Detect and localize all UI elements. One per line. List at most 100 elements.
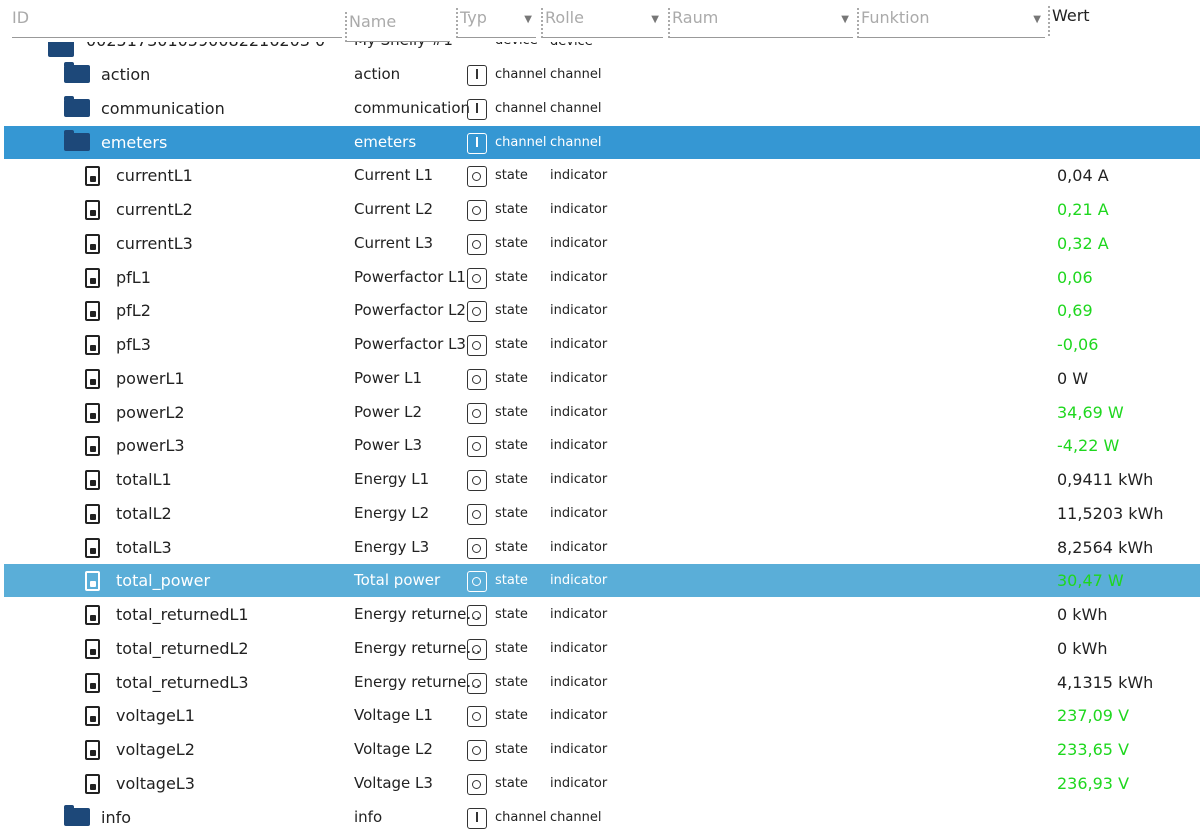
- table-row[interactable]: pfL1 Powerfactor L1 state indicator 0,06: [4, 261, 1200, 294]
- row-value[interactable]: 0,06: [1057, 268, 1093, 287]
- role-column-label: Rolle: [545, 8, 584, 27]
- table-row[interactable]: total_returnedL2 Energy returne... state in…: [4, 632, 1200, 665]
- table-row[interactable]: voltageL1 Voltage L1 state indicator 237,09 …: [4, 699, 1200, 732]
- value-unit: kWh: [1072, 638, 1108, 658]
- row-name: action: [354, 65, 401, 83]
- row-value[interactable]: 0 W: [1057, 369, 1088, 388]
- locked-file-icon: [85, 571, 100, 592]
- row-value[interactable]: 8,2564 kWh: [1057, 538, 1153, 557]
- row-value[interactable]: 11,5203 kWh: [1057, 504, 1164, 523]
- table-row[interactable]: info info channel channel: [4, 801, 1200, 834]
- row-id: currentL1: [116, 166, 193, 186]
- row-type: state: [495, 269, 528, 285]
- row-name: Energy returne...: [354, 638, 481, 657]
- value-unit: V: [1118, 773, 1130, 793]
- table-row[interactable]: action action channel channel: [4, 58, 1200, 91]
- locked-file-icon: [85, 740, 100, 760]
- table-row[interactable]: voltageL2 Voltage L2 state indicator 233,65 …: [4, 733, 1200, 766]
- table-row[interactable]: powerL1 Power L1 state indicator 0 W: [4, 362, 1200, 395]
- row-type: state: [495, 539, 528, 555]
- row-value[interactable]: -0,06: [1057, 335, 1098, 354]
- row-name: emeters: [354, 132, 417, 151]
- channel-icon: [467, 132, 487, 154]
- table-row[interactable]: total_returnedL1 Energy returne... state in…: [4, 598, 1200, 631]
- table-row[interactable]: emeters emeters channel channel: [4, 125, 1200, 159]
- chevron-down-icon: ▼: [1033, 14, 1041, 25]
- table-row[interactable]: totalL3 Energy L3 state indicator 8,2564 kWh: [4, 531, 1200, 564]
- value-number: 0,21: [1057, 200, 1093, 219]
- table-row[interactable]: total_returnedL3 Energy returne... state in…: [4, 666, 1200, 699]
- value-number: 0: [1057, 605, 1068, 624]
- row-value[interactable]: 236,93 V: [1057, 774, 1129, 793]
- row-value[interactable]: 30,47 W: [1057, 571, 1124, 590]
- role-filter-select[interactable]: Rolle ▼: [541, 8, 663, 38]
- locked-file-icon: [85, 503, 100, 524]
- row-value[interactable]: 0,04 A: [1057, 166, 1109, 185]
- table-row[interactable]: totalL1 Energy L1 state indicator 0,9411 kWh: [4, 463, 1200, 496]
- value-number: -4,22: [1057, 436, 1099, 456]
- table-row[interactable]: powerL2 Power L2 state indicator 34,69 W: [4, 396, 1200, 429]
- row-value[interactable]: -4,22 W: [1057, 436, 1119, 455]
- table-row[interactable]: powerL3 Power L3 state indicator -4,22 W: [4, 429, 1200, 462]
- row-type: state: [495, 438, 528, 454]
- folder-icon: [64, 95, 90, 117]
- value-number: 0,32: [1057, 233, 1093, 253]
- row-value[interactable]: 34,69 W: [1057, 403, 1124, 422]
- table-row[interactable]: total_power Total power state indicator 30,4…: [4, 564, 1200, 598]
- row-role: channel: [550, 809, 602, 825]
- row-type: state: [495, 775, 528, 791]
- room-filter-select[interactable]: Raum ▼: [668, 8, 853, 38]
- row-id: action: [101, 65, 151, 84]
- row-type: state: [495, 472, 528, 487]
- row-value[interactable]: 0,69: [1057, 301, 1093, 320]
- folder-open-icon: [64, 129, 90, 151]
- locked-file-icon: [85, 335, 100, 355]
- table-row[interactable]: currentL1 Current L1 state indicator 0,04 A: [4, 159, 1200, 192]
- locked-file-icon: [85, 706, 100, 727]
- row-role: indicator: [550, 472, 608, 487]
- table-row[interactable]: currentL3 Current L3 state indicator 0,32 A: [4, 227, 1200, 260]
- row-role: indicator: [550, 607, 608, 622]
- locked-file-icon: [85, 638, 100, 659]
- row-name: Energy L2: [354, 503, 430, 522]
- row-name: Energy L1: [354, 470, 430, 488]
- row-id: total_returnedL1: [116, 605, 249, 624]
- row-type: state: [495, 742, 528, 757]
- row-value[interactable]: 0,9411 kWh: [1057, 470, 1153, 489]
- row-value[interactable]: 0 kWh: [1057, 639, 1108, 658]
- row-value[interactable]: 237,09 V: [1057, 706, 1129, 725]
- row-type: state: [495, 337, 528, 352]
- row-type: channel: [495, 134, 547, 150]
- row-value[interactable]: 0,32 A: [1057, 234, 1109, 253]
- row-value[interactable]: 0 kWh: [1057, 605, 1108, 624]
- row-value[interactable]: 233,65 V: [1057, 740, 1129, 759]
- state-icon: [467, 605, 487, 626]
- row-name: Energy returne...: [354, 605, 481, 623]
- value-number: 34,69: [1057, 402, 1103, 422]
- state-icon: [467, 267, 487, 289]
- table-row[interactable]: totalL2 Energy L2 state indicator 11,5203 kW…: [4, 497, 1200, 530]
- value-number: 11,5203: [1057, 503, 1124, 523]
- row-value[interactable]: 0,21 A: [1057, 200, 1109, 219]
- value-number: 233,65: [1057, 740, 1113, 759]
- table-row[interactable]: pfL3 Powerfactor L3 state indicator -0,06: [4, 328, 1200, 361]
- row-name: info: [354, 807, 383, 826]
- row-name: Power L3: [354, 436, 423, 455]
- table-row[interactable]: voltageL3 Voltage L3 state indicator 236,93 …: [4, 767, 1200, 800]
- table-row[interactable]: currentL2 Current L2 state indicator 0,21 A: [4, 193, 1200, 226]
- type-filter-select[interactable]: Typ ▼: [456, 8, 536, 38]
- value-column-label: Wert: [1048, 6, 1090, 36]
- row-value[interactable]: 4,1315 kWh: [1057, 673, 1153, 692]
- table-row[interactable]: communication communication channel channel: [4, 92, 1200, 125]
- row-id: voltageL1: [116, 706, 195, 726]
- function-filter-select[interactable]: Funktion ▼: [857, 8, 1045, 38]
- state-icon: [467, 537, 487, 559]
- row-type: state: [495, 235, 528, 251]
- value-number: 4,1315: [1057, 672, 1113, 692]
- row-type: state: [495, 708, 528, 724]
- row-id: emeters: [101, 132, 168, 152]
- id-filter-input[interactable]: ID: [12, 8, 342, 38]
- table-row[interactable]: pfL2 Powerfactor L2 state indicator 0,69: [4, 294, 1200, 327]
- row-type: state: [495, 674, 528, 690]
- name-filter-input[interactable]: Name: [345, 12, 450, 42]
